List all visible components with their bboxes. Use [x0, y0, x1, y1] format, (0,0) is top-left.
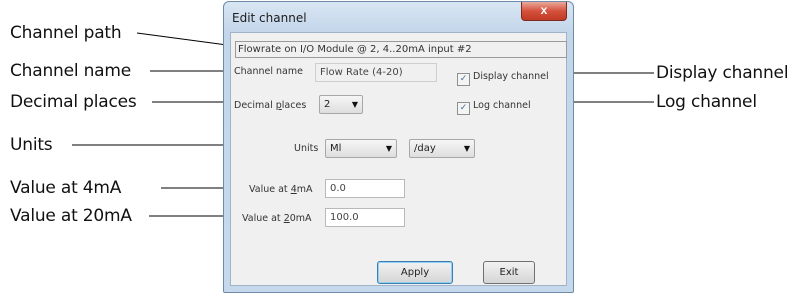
units-per-dropdown[interactable]: /day ▼ [409, 139, 475, 158]
close-button[interactable]: x [521, 2, 567, 21]
units-value: Ml [330, 143, 342, 154]
apply-button[interactable]: Apply [377, 261, 453, 284]
callout-decimal-places: Decimal places [10, 92, 137, 112]
callout-display-channel: Display channel [656, 63, 789, 83]
value-4ma-label: Value at 4mA [249, 184, 313, 195]
exit-button[interactable]: Exit [483, 261, 535, 284]
decimal-places-value: 2 [324, 99, 331, 110]
checkbox-checked-icon: ✓ [457, 102, 470, 115]
units-label: Units [294, 143, 319, 154]
channel-name-label: Channel name [234, 66, 303, 77]
callout-value-20ma: Value at 20mA [10, 206, 132, 226]
callout-log-channel: Log channel [656, 92, 757, 112]
value-4ma-input[interactable]: 0.0 [325, 179, 405, 198]
log-channel-checkbox[interactable]: ✓ Log channel [457, 100, 531, 115]
close-icon: x [540, 3, 548, 17]
checkbox-checked-icon: ✓ [457, 73, 470, 86]
display-channel-label: Display channel [473, 71, 549, 82]
callout-value-4ma: Value at 4mA [10, 178, 122, 198]
value-20ma-label: Value at 20mA [242, 213, 312, 224]
dropdown-arrow-icon: ▼ [351, 100, 358, 109]
callout-channel-name: Channel name [10, 61, 132, 81]
callout-units: Units [10, 135, 53, 155]
log-channel-label: Log channel [473, 100, 531, 111]
units-dropdown[interactable]: Ml ▼ [325, 139, 397, 158]
display-channel-checkbox[interactable]: ✓ Display channel [457, 71, 549, 86]
channel-name-field[interactable]: Flow Rate (4-20) [315, 63, 437, 82]
dialog-client-area: Flowrate on I/O Module @ 2, 4..20mA inpu… [230, 32, 567, 286]
units-per-value: /day [414, 143, 436, 154]
title-bar[interactable]: Edit channel x [224, 2, 573, 32]
dropdown-arrow-icon: ▼ [463, 144, 470, 153]
callout-channel-path: Channel path [10, 23, 122, 43]
channel-path-field: Flowrate on I/O Module @ 2, 4..20mA inpu… [235, 41, 567, 58]
dialog-title: Edit channel [232, 11, 307, 25]
edit-channel-dialog: Edit channel x Flowrate on I/O Module @ … [223, 1, 574, 293]
decimal-places-label: Decimal places [234, 100, 307, 111]
decimal-places-dropdown[interactable]: 2 ▼ [319, 95, 363, 114]
dropdown-arrow-icon: ▼ [385, 144, 392, 153]
value-20ma-input[interactable]: 100.0 [325, 208, 405, 227]
